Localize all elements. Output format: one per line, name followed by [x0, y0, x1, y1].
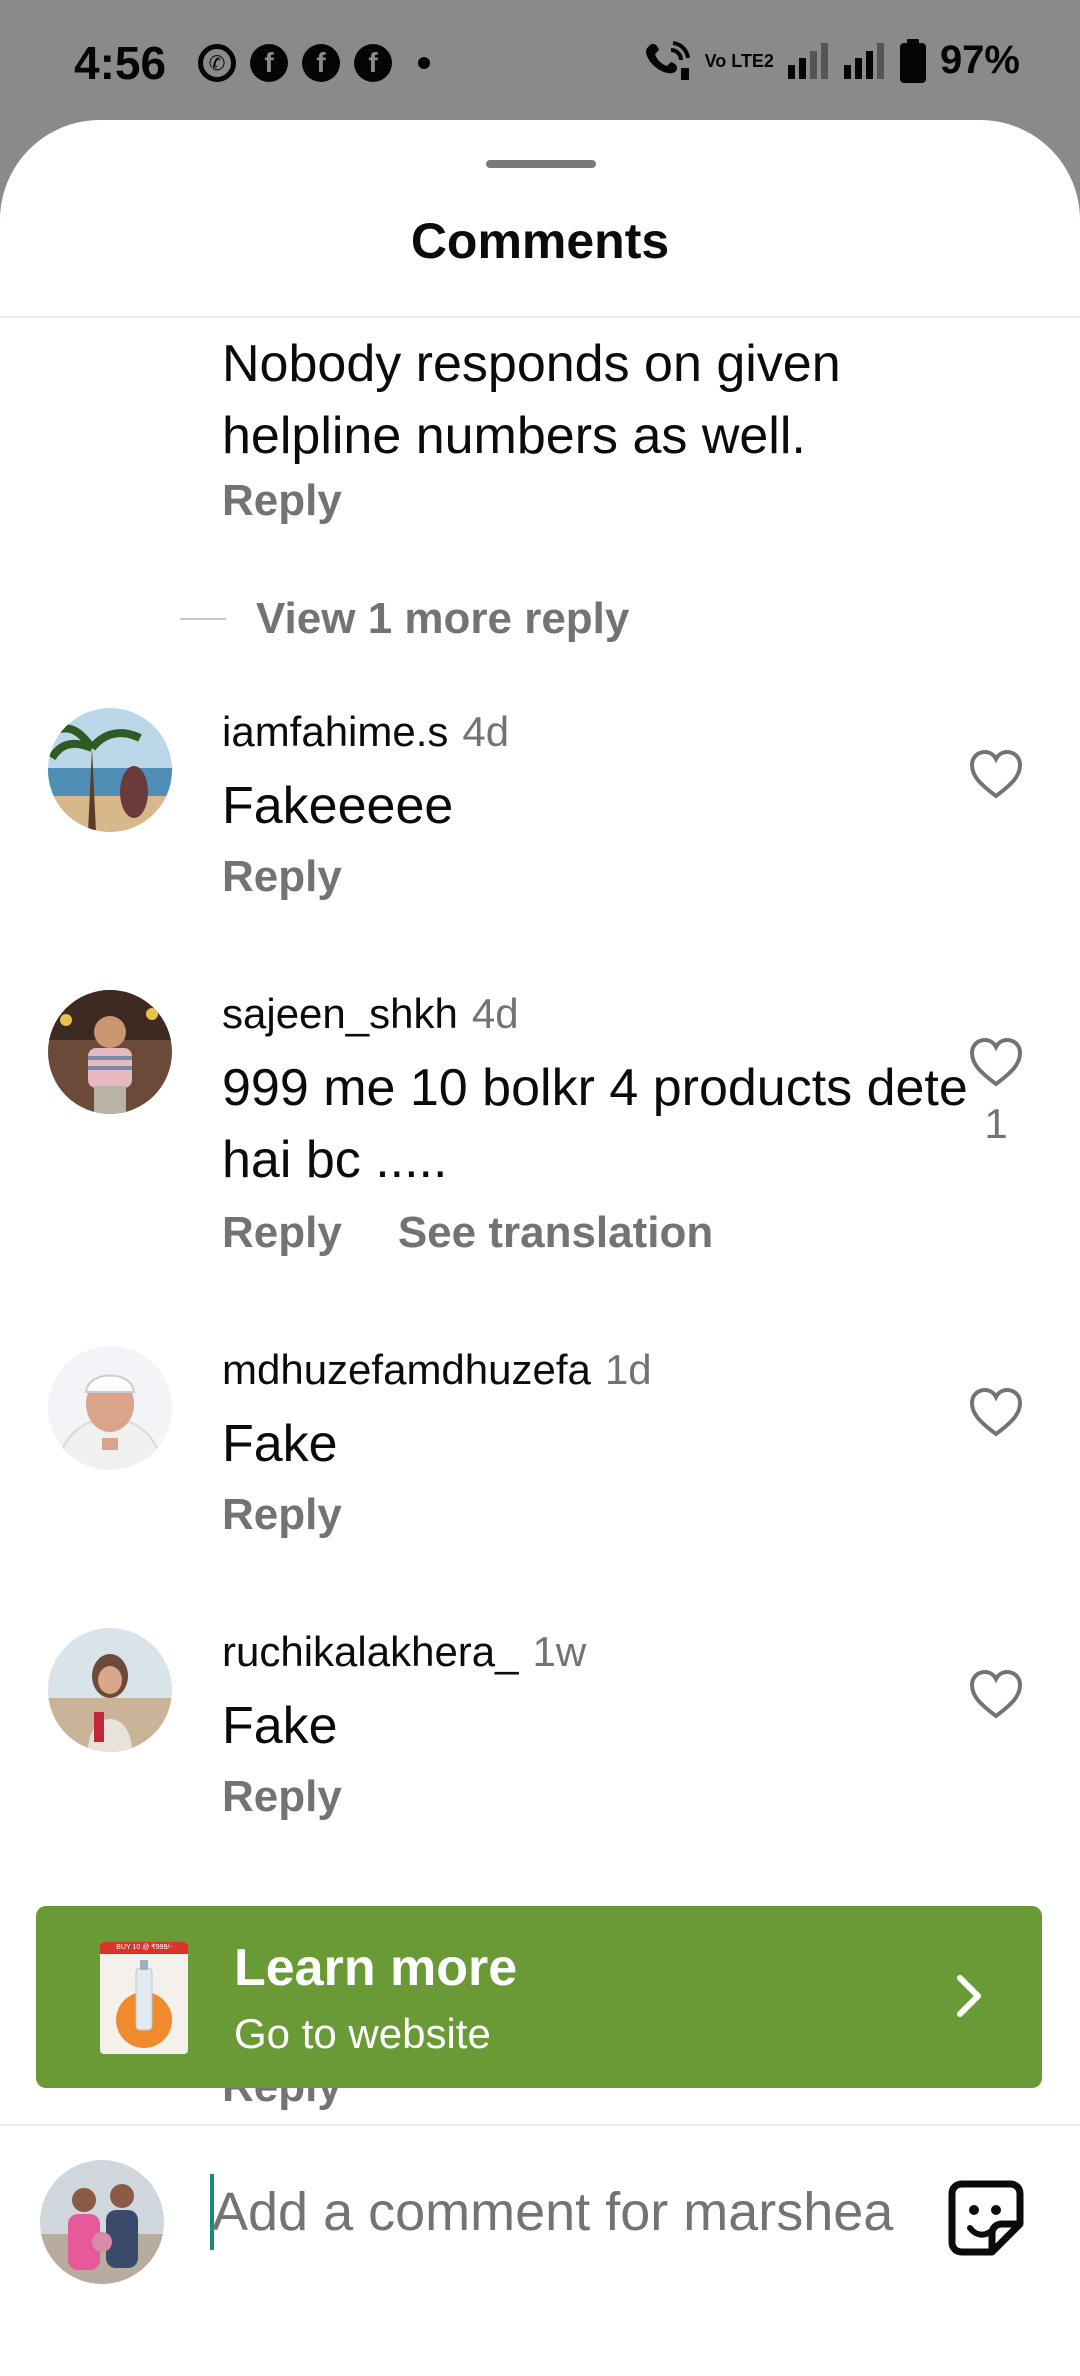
comment-actions: Reply See translation [222, 1208, 713, 1258]
comment-text: 999 me 10 bolkr 4 products dete hai bc .… [222, 1059, 968, 1189]
username[interactable]: mdhuzefamdhuzefa [222, 1346, 591, 1393]
sheet-title: Comments [410, 213, 670, 269]
username[interactable]: ruchikalakhera_ [222, 1628, 519, 1675]
avatar[interactable] [48, 1628, 172, 1752]
comment-text: Nobody responds on given helpline number… [222, 335, 841, 465]
notification-icons: ✆ f f f [198, 44, 430, 82]
comment-header: iamfahime.s 4d [222, 708, 509, 756]
comment-time: 4d [462, 708, 510, 755]
divider [180, 618, 226, 620]
reply-button[interactable]: Reply [222, 1490, 342, 1540]
battery-icon [899, 38, 926, 83]
whatsapp-icon: ✆ [198, 44, 236, 82]
drag-handle[interactable] [486, 160, 596, 168]
chevron-right-icon [957, 1975, 981, 2017]
battery-percent: 97% [939, 38, 1020, 82]
heart-icon[interactable] [966, 744, 1026, 804]
more-notifications-dot [418, 57, 430, 69]
comment-text: Fake [222, 1697, 338, 1755]
view-more-replies[interactable]: View 1 more reply [180, 594, 629, 644]
reply-button[interactable]: Reply [222, 2088, 342, 2116]
reply-button[interactable]: Reply [222, 1208, 342, 1258]
heart-icon[interactable] [966, 1032, 1026, 1092]
status-indicators: Vo LTE2 97% [643, 38, 1020, 83]
signal-icon [843, 42, 884, 79]
comment-input[interactable] [212, 2170, 902, 2254]
avatar[interactable] [48, 990, 172, 1114]
avatar[interactable] [48, 1346, 172, 1470]
comment-actions: Reply [222, 852, 342, 902]
username[interactable]: iamfahime.s [222, 708, 448, 755]
learn-more-banner[interactable]: BUY 10 @ ₹999/- Learn more Go to website [36, 1906, 1042, 2088]
see-translation-button[interactable]: See translation [398, 1208, 713, 1258]
comment-header: mdhuzefamdhuzefa 1d [222, 1346, 652, 1394]
comment-actions: Reply [222, 1490, 342, 1540]
view-more-label: View 1 more reply [256, 594, 630, 643]
ad-subtitle: Go to website [234, 2010, 491, 2057]
ad-product-thumbnail: BUY 10 @ ₹999/- [100, 1942, 188, 2054]
comment-text: Fakeeeee [222, 777, 454, 835]
ad-thumb-badge: BUY 10 @ ₹999/- [100, 1942, 188, 1954]
username[interactable]: sajeen_shkh [222, 990, 458, 1037]
comment-time: 1w [532, 1628, 587, 1675]
volte-label: Vo LTE2 [704, 50, 774, 71]
divider [0, 316, 1080, 318]
wifi-calling-icon [645, 40, 690, 80]
comment-text: Fake [222, 1415, 338, 1473]
ad-title: Learn more [234, 1939, 518, 1997]
comment-actions: Reply [222, 1772, 342, 1822]
reply-button[interactable]: Reply [222, 852, 342, 902]
sticker-icon[interactable] [946, 2178, 1026, 2258]
status-bar: 4:56 ✆ f f f Vo LTE2 97% [0, 0, 1080, 120]
avatar[interactable] [48, 708, 172, 832]
comment-header: ruchikalakhera_ 1w [222, 1628, 586, 1676]
heart-icon[interactable] [966, 1382, 1026, 1442]
heart-icon[interactable] [966, 1664, 1026, 1724]
like-count[interactable]: 1 [968, 1100, 1024, 1148]
status-time: 4:56 [74, 37, 167, 89]
comment-header: sajeen_shkh 4d [222, 990, 519, 1038]
reply-button[interactable]: Reply [222, 1772, 342, 1822]
divider [0, 2124, 1080, 2126]
reply-label: Reply [222, 2088, 342, 2111]
comment-time: 1d [604, 1346, 652, 1393]
comment-time: 4d [471, 990, 519, 1037]
facebook-icon: f [302, 44, 340, 82]
facebook-icon: f [250, 44, 288, 82]
reply-button[interactable]: Reply [222, 476, 342, 526]
my-avatar[interactable] [40, 2160, 164, 2284]
facebook-icon: f [354, 44, 392, 82]
signal-icon [787, 42, 828, 79]
